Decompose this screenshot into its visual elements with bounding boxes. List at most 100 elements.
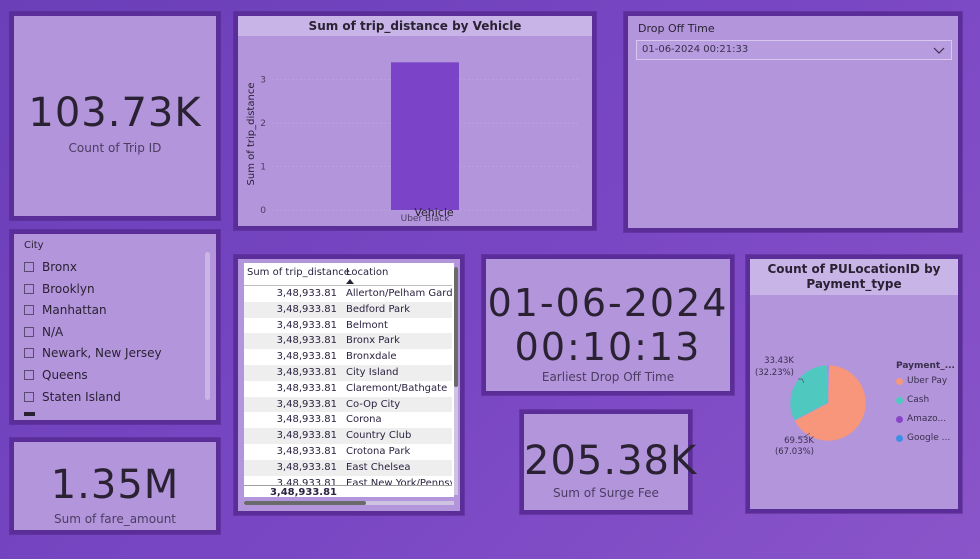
cell-distance: 3,48,933.81	[276, 446, 337, 457]
city-partial-item	[24, 412, 35, 416]
column-header-distance[interactable]: Sum of trip_distance	[247, 267, 350, 278]
location-table-card[interactable]: Sum of trip_distance Location 3,48,933.8…	[234, 255, 464, 515]
city-item[interactable]: Staten Island	[24, 390, 121, 404]
table-horizontal-scrollbar[interactable]	[244, 501, 454, 505]
table-row[interactable]: 3,48,933.81 Belmont	[244, 317, 452, 334]
city-item-label: Bronx	[42, 260, 77, 274]
checkbox[interactable]	[24, 326, 34, 337]
table-row[interactable]: 3,48,933.81 City Island	[244, 365, 452, 381]
y-tick-label: 1	[260, 163, 266, 173]
city-item-label: N/A	[42, 324, 64, 339]
city-item[interactable]: Manhattan	[24, 303, 107, 317]
kpi-label: Sum of Surge Fee	[553, 486, 659, 500]
kpi-value: 205.38K	[524, 438, 698, 484]
earliest-time: 00:10:13	[514, 325, 702, 369]
table-row[interactable]: 3,48,933.81 Allerton/Pelham Gardens	[244, 286, 452, 302]
bar-chart: Sum of trip_distance 3210 Uber Black Veh…	[246, 62, 578, 224]
table-row[interactable]: 3,48,933.81 Co-Op City	[244, 396, 452, 413]
city-slicer[interactable]: City Bronx Brooklyn Manhattan N/A Newark, Ne…	[10, 230, 220, 424]
kpi-card-earliest-dropoff[interactable]: 01-06-2024 00:10:13 Earliest Drop Off Ti…	[482, 255, 734, 395]
bar[interactable]	[391, 62, 459, 210]
slicer-title: Drop Off Time	[638, 22, 715, 35]
kpi-card-trip-count[interactable]: 103.73K Count of Trip ID	[10, 12, 220, 220]
legend-label: Amazo...	[907, 414, 947, 424]
city-item[interactable]: N/A	[24, 325, 63, 339]
legend-item[interactable]: Google ...	[896, 433, 950, 443]
table-vertical-scrollbar[interactable]	[454, 267, 458, 495]
legend-title: Payment_...	[896, 361, 955, 371]
cell-distance: 3,48,933.81	[276, 382, 337, 394]
city-item-label: Newark, New Jersey	[42, 346, 162, 361]
cell-location: Crotona Park	[346, 446, 411, 457]
checkbox[interactable]	[24, 391, 34, 402]
data-label-top-pct: (32.23%)	[755, 368, 794, 378]
checkbox[interactable]	[24, 305, 34, 316]
y-tick-label: 2	[260, 119, 266, 129]
legend-item[interactable]: Amazo...	[896, 414, 946, 424]
table-row[interactable]: 3,48,933.81 Bronxdale	[244, 349, 452, 365]
chart-title-line1: Count of PULocationID by	[767, 262, 941, 276]
cell-distance: 3,48,933.81	[276, 351, 337, 363]
x-axis-label: Vehicle	[414, 206, 454, 219]
kpi-card-surge-fee[interactable]: 205.38K Sum of Surge Fee	[520, 410, 698, 514]
cell-location: East Chelsea	[346, 461, 411, 473]
table-row[interactable]: 3,48,933.81 Claremont/Bathgate	[244, 380, 452, 397]
data-label-top-value: 33.43K	[764, 356, 794, 366]
checkbox[interactable]	[24, 348, 34, 359]
city-item[interactable]: Queens	[24, 368, 88, 382]
y-tick-label: 0	[260, 206, 266, 216]
city-item-label: Staten Island	[42, 389, 121, 404]
cell-location: Bronxdale	[346, 351, 397, 363]
city-scrollbar[interactable]	[205, 252, 210, 400]
table-total-row: 3,48,933.81	[244, 485, 452, 497]
column-header-location[interactable]: Location	[346, 267, 388, 278]
table-row[interactable]: 3,48,933.81 East Chelsea	[244, 459, 452, 476]
cell-location: Bronx Park	[346, 335, 400, 347]
city-item[interactable]: Brooklyn	[24, 282, 95, 296]
city-item[interactable]: Newark, New Jersey	[24, 346, 162, 360]
table-header: Sum of trip_distance Location	[244, 263, 452, 286]
chevron-down-icon	[933, 47, 945, 54]
dropoff-time-slicer[interactable]: Drop Off Time 01-06-2024 00:21:33	[624, 12, 962, 232]
cell-location: City Island	[346, 367, 399, 378]
bar-chart-card[interactable]: Sum of trip_distance by Vehicle Sum of t…	[234, 12, 596, 230]
scrollbar-thumb[interactable]	[454, 267, 458, 387]
legend-item[interactable]: Cash	[896, 395, 929, 405]
chart-title: Count of PULocationID by Payment_type	[750, 259, 958, 295]
kpi-label: Count of Trip ID	[68, 141, 162, 155]
table-row[interactable]: 3,48,933.81 Bedford Park	[244, 301, 452, 318]
cell-distance: 3,48,933.81	[276, 398, 337, 410]
checkbox[interactable]	[24, 283, 34, 294]
cell-distance: 3,48,933.81	[276, 319, 337, 331]
cell-location: Co-Op City	[346, 398, 401, 410]
y-tick-label: 3	[260, 76, 266, 86]
cell-location: Allerton/Pelham Gardens	[346, 288, 452, 299]
checkbox[interactable]	[24, 262, 34, 272]
table-row[interactable]: 3,48,933.81 Crotona Park	[244, 444, 452, 460]
legend-swatch	[896, 396, 903, 404]
slicer-title: City	[24, 240, 44, 251]
table-row[interactable]: 3,48,933.81 Corona	[244, 412, 452, 429]
dropoff-selected-value: 01-06-2024 00:21:33	[642, 44, 749, 55]
data-label-bottom-pct: (67.03%)	[775, 447, 814, 457]
cell-location: Claremont/Bathgate	[346, 382, 448, 394]
scrollbar-thumb[interactable]	[244, 501, 366, 505]
cell-distance: 3,48,933.81	[276, 303, 337, 315]
cell-distance: 3,48,933.81	[276, 335, 337, 347]
cell-distance: 3,48,933.81	[276, 430, 337, 442]
checkbox[interactable]	[24, 370, 34, 380]
city-item[interactable]: Bronx	[24, 260, 77, 274]
kpi-value: 103.73K	[28, 90, 202, 136]
legend-label: Uber Pay	[907, 376, 948, 386]
legend-item[interactable]: Uber Pay	[896, 376, 947, 386]
table-total-value: 3,48,933.81	[269, 487, 337, 497]
kpi-card-fare-amount[interactable]: 1.35M Sum of fare_amount	[10, 438, 220, 534]
cell-location: Belmont	[346, 319, 388, 331]
pie-chart-card[interactable]: Count of PULocationID by Payment_type 33…	[746, 255, 962, 513]
y-axis-label: Sum of trip_distance	[246, 83, 257, 186]
dropoff-select[interactable]: 01-06-2024 00:21:33	[636, 40, 952, 60]
cell-location: Country Club	[346, 430, 412, 442]
table-row[interactable]: 3,48,933.81 Country Club	[244, 428, 452, 444]
city-item-label: Brooklyn	[42, 281, 95, 296]
table-row[interactable]: 3,48,933.81 Bronx Park	[244, 333, 452, 350]
